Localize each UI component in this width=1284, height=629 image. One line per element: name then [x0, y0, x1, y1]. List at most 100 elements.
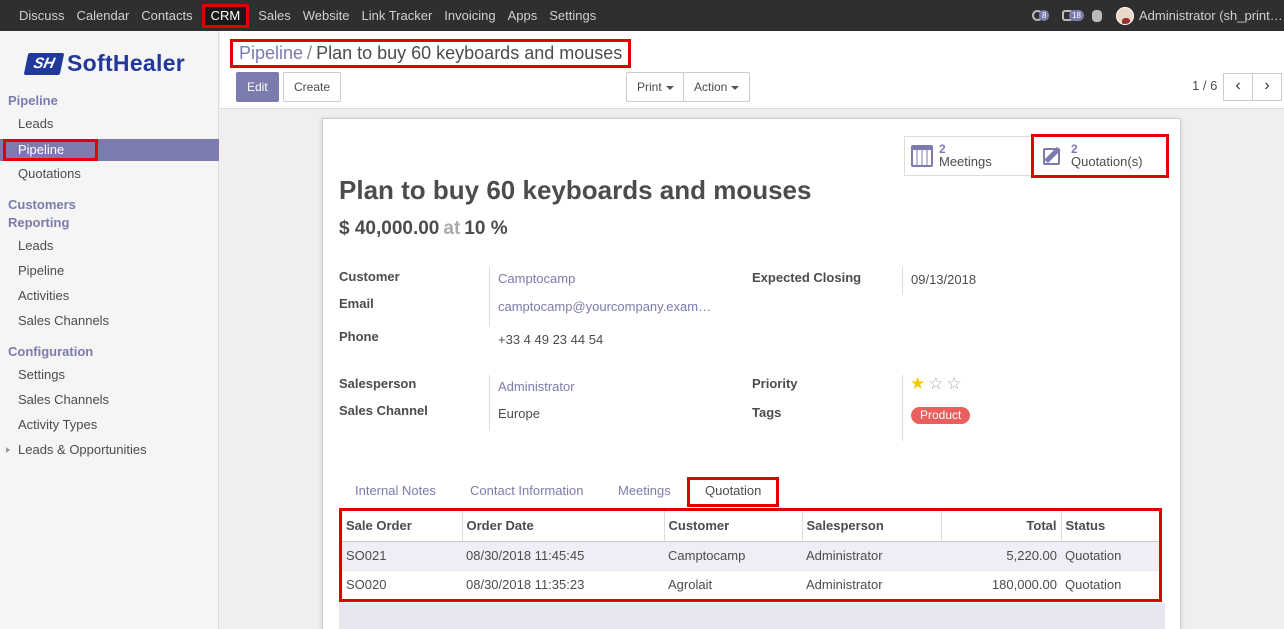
sidebar-item-pipeline[interactable]: Pipeline	[0, 139, 219, 161]
sidebar-section-customers[interactable]: Customers	[8, 197, 76, 212]
meetings-label: Meetings	[939, 154, 992, 169]
logo-text: SoftHealer	[67, 50, 186, 76]
quotations-smart-button[interactable]: 2 Quotation(s)	[1031, 134, 1169, 178]
cell-salesperson: Administrator	[802, 570, 941, 599]
menu-crm[interactable]: CRM	[201, 3, 250, 28]
phone-value[interactable]: +33 4 49 23 44 54	[498, 332, 603, 347]
salesperson-value[interactable]: Administrator	[498, 379, 575, 394]
cell-sale-order: SO021	[342, 541, 462, 571]
menu-contacts[interactable]: Contacts	[135, 0, 198, 31]
table-header-row: Sale Order Order Date Customer Salespers…	[342, 511, 1159, 542]
breadcrumb-separator: /	[307, 43, 313, 63]
user-avatar[interactable]	[1116, 6, 1134, 25]
debug-bug-icon[interactable]	[1092, 9, 1102, 22]
sidebar: SH SoftHealer Pipeline Leads Pipeline Qu…	[0, 31, 219, 629]
meetings-smart-button[interactable]: 2 Meetings	[904, 136, 1032, 176]
calendar-icon	[911, 145, 933, 167]
caret-down-icon	[665, 85, 674, 90]
sidebar-item-leads[interactable]: Leads	[0, 113, 219, 135]
cell-customer: Camptocamp	[664, 541, 802, 571]
col-order-date[interactable]: Order Date	[462, 511, 665, 542]
field-divider	[902, 267, 903, 295]
sidebar-item-leads-opportunities[interactable]: Leads & Opportunities	[0, 439, 219, 461]
menu-settings[interactable]: Settings	[543, 0, 602, 31]
cell-order-date: 08/30/2018 11:45:45	[462, 541, 664, 571]
tab-meetings[interactable]: Meetings	[603, 477, 686, 507]
star-empty-icon[interactable]: ☆	[928, 375, 943, 392]
cell-status: Quotation	[1061, 541, 1159, 571]
systray: 8 18 Administrator (sh_print…	[1032, 0, 1284, 31]
breadcrumb-pipeline-link[interactable]: Pipeline	[239, 43, 303, 63]
sidebar-item-sales-channels[interactable]: Sales Channels	[0, 310, 219, 332]
breadcrumb-current: Plan to buy 60 keyboards and mouses	[316, 43, 623, 63]
field-divider	[489, 375, 490, 431]
phone-label: Phone	[339, 329, 379, 344]
cell-total: 180,000.00	[941, 570, 1061, 599]
menu-invoicing[interactable]: Invoicing	[438, 0, 501, 31]
quotations-label: Quotation(s)	[1071, 154, 1143, 169]
customer-value[interactable]: Camptocamp	[498, 271, 575, 286]
messages-icon[interactable]: 18	[1062, 9, 1084, 23]
sidebar-item-settings[interactable]: Settings	[0, 364, 219, 386]
sidebar-section-reporting[interactable]: Reporting	[8, 215, 69, 230]
sidebar-item-activities[interactable]: Activities	[0, 285, 219, 307]
menu-calendar[interactable]: Calendar	[71, 0, 136, 31]
expand-caret-icon	[6, 447, 10, 453]
col-salesperson[interactable]: Salesperson	[802, 511, 942, 542]
col-total[interactable]: Total	[941, 511, 1062, 542]
col-customer[interactable]: Customer	[664, 511, 803, 542]
menu-sales[interactable]: Sales	[252, 0, 297, 31]
priority-label: Priority	[752, 376, 798, 391]
top-navbar: Discuss Calendar Contacts CRM Sales Webs…	[0, 0, 1284, 31]
priority-stars: ★ ☆ ☆	[910, 375, 965, 392]
print-label: Print	[637, 80, 662, 94]
control-panel: Pipeline / Plan to buy 60 keyboards and mo…	[220, 31, 1284, 109]
sidebar-item-quotations[interactable]: Quotations	[0, 163, 219, 185]
customer-label: Customer	[339, 269, 400, 284]
tab-quotation[interactable]: Quotation	[687, 477, 780, 507]
field-divider	[902, 375, 903, 441]
sidebar-item-report-leads[interactable]: Leads	[0, 235, 219, 257]
revenue-amount: $ 40,000.00	[339, 218, 440, 239]
cell-customer: Agrolait	[664, 570, 802, 599]
tab-internal-notes[interactable]: Internal Notes	[340, 477, 451, 507]
sidebar-item-report-pipeline[interactable]: Pipeline	[0, 260, 219, 282]
sidebar-section-configuration[interactable]: Configuration	[8, 344, 93, 359]
tag-badge[interactable]: Product	[911, 407, 971, 424]
tab-contact-information[interactable]: Contact Information	[455, 477, 598, 507]
cell-total: 5,220.00	[941, 541, 1061, 571]
pager-next-button[interactable]: ›	[1252, 73, 1282, 101]
col-status[interactable]: Status	[1061, 511, 1159, 542]
table-row[interactable]: SO020 08/30/2018 11:35:23 Agrolait Admin…	[342, 570, 1159, 599]
email-value[interactable]: camptocamp@yourcompany.exam…	[498, 299, 713, 314]
menu-link-tracker[interactable]: Link Tracker	[355, 0, 438, 31]
star-empty-icon[interactable]: ☆	[947, 375, 962, 392]
sales-channel-value: Europe	[498, 406, 540, 421]
table-row[interactable]: SO021 08/30/2018 11:45:45 Camptocamp Adm…	[342, 541, 1159, 571]
activity-clock-icon[interactable]: 8	[1032, 9, 1050, 23]
expected-closing-value: 09/13/2018	[911, 272, 977, 287]
create-button[interactable]: Create	[283, 72, 342, 102]
breadcrumb: Pipeline / Plan to buy 60 keyboards and mo…	[230, 39, 632, 68]
menu-apps[interactable]: Apps	[502, 0, 544, 31]
print-dropdown[interactable]: Print	[626, 72, 685, 102]
pager-value[interactable]: 1 / 6	[1192, 78, 1217, 93]
cell-salesperson: Administrator	[802, 541, 941, 571]
sales-channel-label: Sales Channel	[339, 403, 428, 418]
app-menu: Discuss Calendar Contacts CRM Sales Webs…	[13, 0, 602, 31]
sidebar-item-label: Leads & Opportunities	[18, 442, 147, 457]
user-menu[interactable]: Administrator (sh_print…	[1139, 8, 1284, 23]
quotation-table: Sale Order Order Date Customer Salespers…	[339, 508, 1162, 602]
sidebar-section-pipeline[interactable]: Pipeline	[8, 93, 58, 108]
star-filled-icon[interactable]: ★	[910, 375, 925, 392]
action-dropdown[interactable]: Action	[683, 72, 751, 102]
edit-button[interactable]: Edit	[236, 72, 279, 102]
probability-value: 10 %	[464, 218, 508, 239]
sidebar-item-config-sales-channels[interactable]: Sales Channels	[0, 389, 219, 411]
menu-discuss[interactable]: Discuss	[13, 0, 71, 31]
col-sale-order[interactable]: Sale Order	[342, 511, 463, 542]
menu-website[interactable]: Website	[297, 0, 356, 31]
at-label: at	[443, 218, 461, 239]
sidebar-item-activity-types[interactable]: Activity Types	[0, 414, 219, 436]
pager-previous-button[interactable]: ‹	[1223, 73, 1253, 101]
